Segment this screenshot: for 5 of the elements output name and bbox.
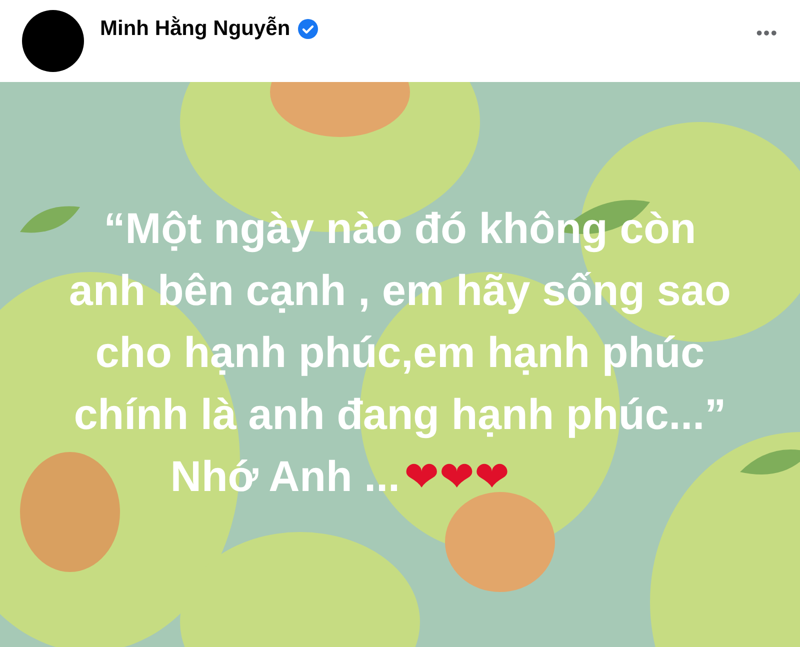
hearts-icon: ❤❤❤ — [404, 446, 510, 508]
author-name[interactable]: Minh Hằng Nguyễn — [100, 13, 290, 45]
quote-text: “Một ngày nào đó không còn anh bên cạnh , em hãy sống sao cho hạnh phúc,em hạnh phúc chính là anh đang hạnh phúc...” — [69, 204, 731, 440]
more-options-button[interactable]: ••• — [756, 20, 778, 46]
signoff-text: Nhớ Anh ... — [170, 452, 400, 502]
